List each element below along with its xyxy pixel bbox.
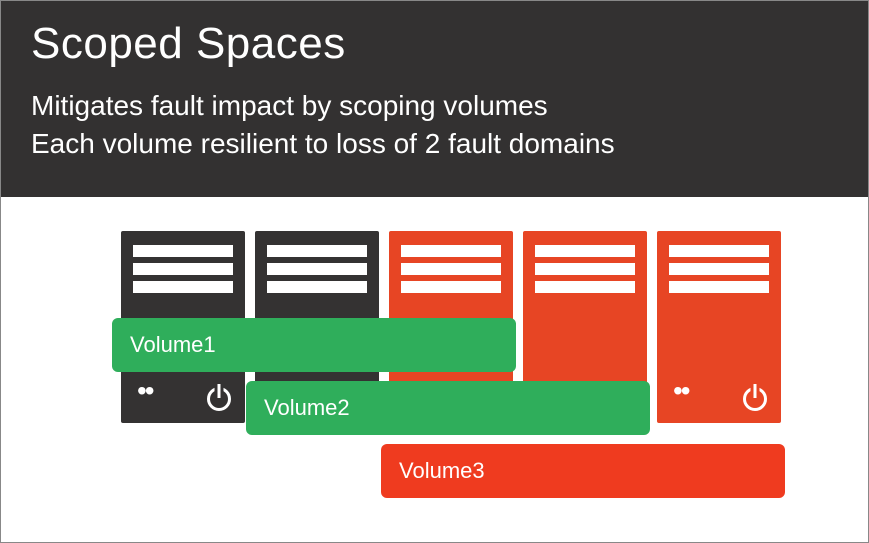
drive-slot-icon xyxy=(669,281,769,293)
drive-slot-icon xyxy=(401,245,501,257)
slide-title: Scoped Spaces xyxy=(31,19,838,69)
slide-subtitle: Mitigates fault impact by scoping volume… xyxy=(31,87,838,163)
volume-3: Volume3 xyxy=(381,444,785,498)
status-dots-icon: •• xyxy=(137,377,153,405)
volume-1-label: Volume1 xyxy=(130,332,216,358)
diagram-stage: •• •• •• •• xyxy=(1,197,868,542)
volume-1: Volume1 xyxy=(112,318,516,372)
subtitle-line-2: Each volume resilient to loss of 2 fault… xyxy=(31,125,838,163)
drive-slot-icon xyxy=(267,245,367,257)
power-icon xyxy=(743,387,767,411)
drive-slot-icon xyxy=(133,245,233,257)
slide-header: Scoped Spaces Mitigates fault impact by … xyxy=(1,1,868,197)
power-icon xyxy=(207,387,231,411)
drive-slot-icon xyxy=(535,281,635,293)
volume-2-label: Volume2 xyxy=(264,395,350,421)
drive-slot-icon xyxy=(133,281,233,293)
server-5: •• xyxy=(657,231,781,423)
status-dots-icon: •• xyxy=(673,377,689,405)
drive-slot-icon xyxy=(669,245,769,257)
slide: Scoped Spaces Mitigates fault impact by … xyxy=(0,0,869,543)
drive-slot-icon xyxy=(267,281,367,293)
volume-2: Volume2 xyxy=(246,381,650,435)
volume-3-label: Volume3 xyxy=(399,458,485,484)
drive-slot-icon xyxy=(535,263,635,275)
drive-slot-icon xyxy=(535,245,635,257)
subtitle-line-1: Mitigates fault impact by scoping volume… xyxy=(31,87,838,125)
drive-slot-icon xyxy=(401,281,501,293)
drive-slot-icon xyxy=(267,263,367,275)
drive-slot-icon xyxy=(401,263,501,275)
drive-slot-icon xyxy=(669,263,769,275)
drive-slot-icon xyxy=(133,263,233,275)
